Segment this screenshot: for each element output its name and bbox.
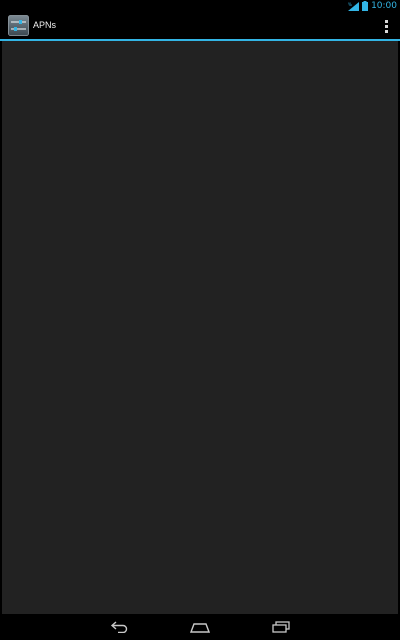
home-icon (189, 618, 211, 637)
navigation-bar (0, 614, 400, 640)
apn-list (2, 41, 398, 614)
page-title: APNs (33, 20, 57, 30)
recents-button[interactable] (261, 618, 301, 636)
status-time: 10:00 (371, 1, 397, 11)
overflow-dot (384, 29, 388, 33)
recents-icon (271, 618, 291, 637)
signal-icon: % (348, 1, 360, 11)
home-button[interactable] (180, 618, 220, 636)
overflow-menu-icon[interactable] (382, 18, 390, 34)
back-icon (110, 618, 130, 637)
battery-icon (362, 1, 369, 11)
settings-sliders-icon[interactable] (8, 15, 29, 36)
apns-screen: % 10:00 APNs (0, 0, 400, 640)
status-bar: % 10:00 (0, 0, 400, 12)
action-bar: APNs (0, 12, 400, 39)
status-icons: % 10:00 (348, 0, 397, 12)
svg-text:%: % (348, 2, 352, 7)
overflow-dot (384, 19, 388, 23)
overflow-dot (384, 24, 388, 28)
back-button[interactable] (100, 618, 140, 636)
